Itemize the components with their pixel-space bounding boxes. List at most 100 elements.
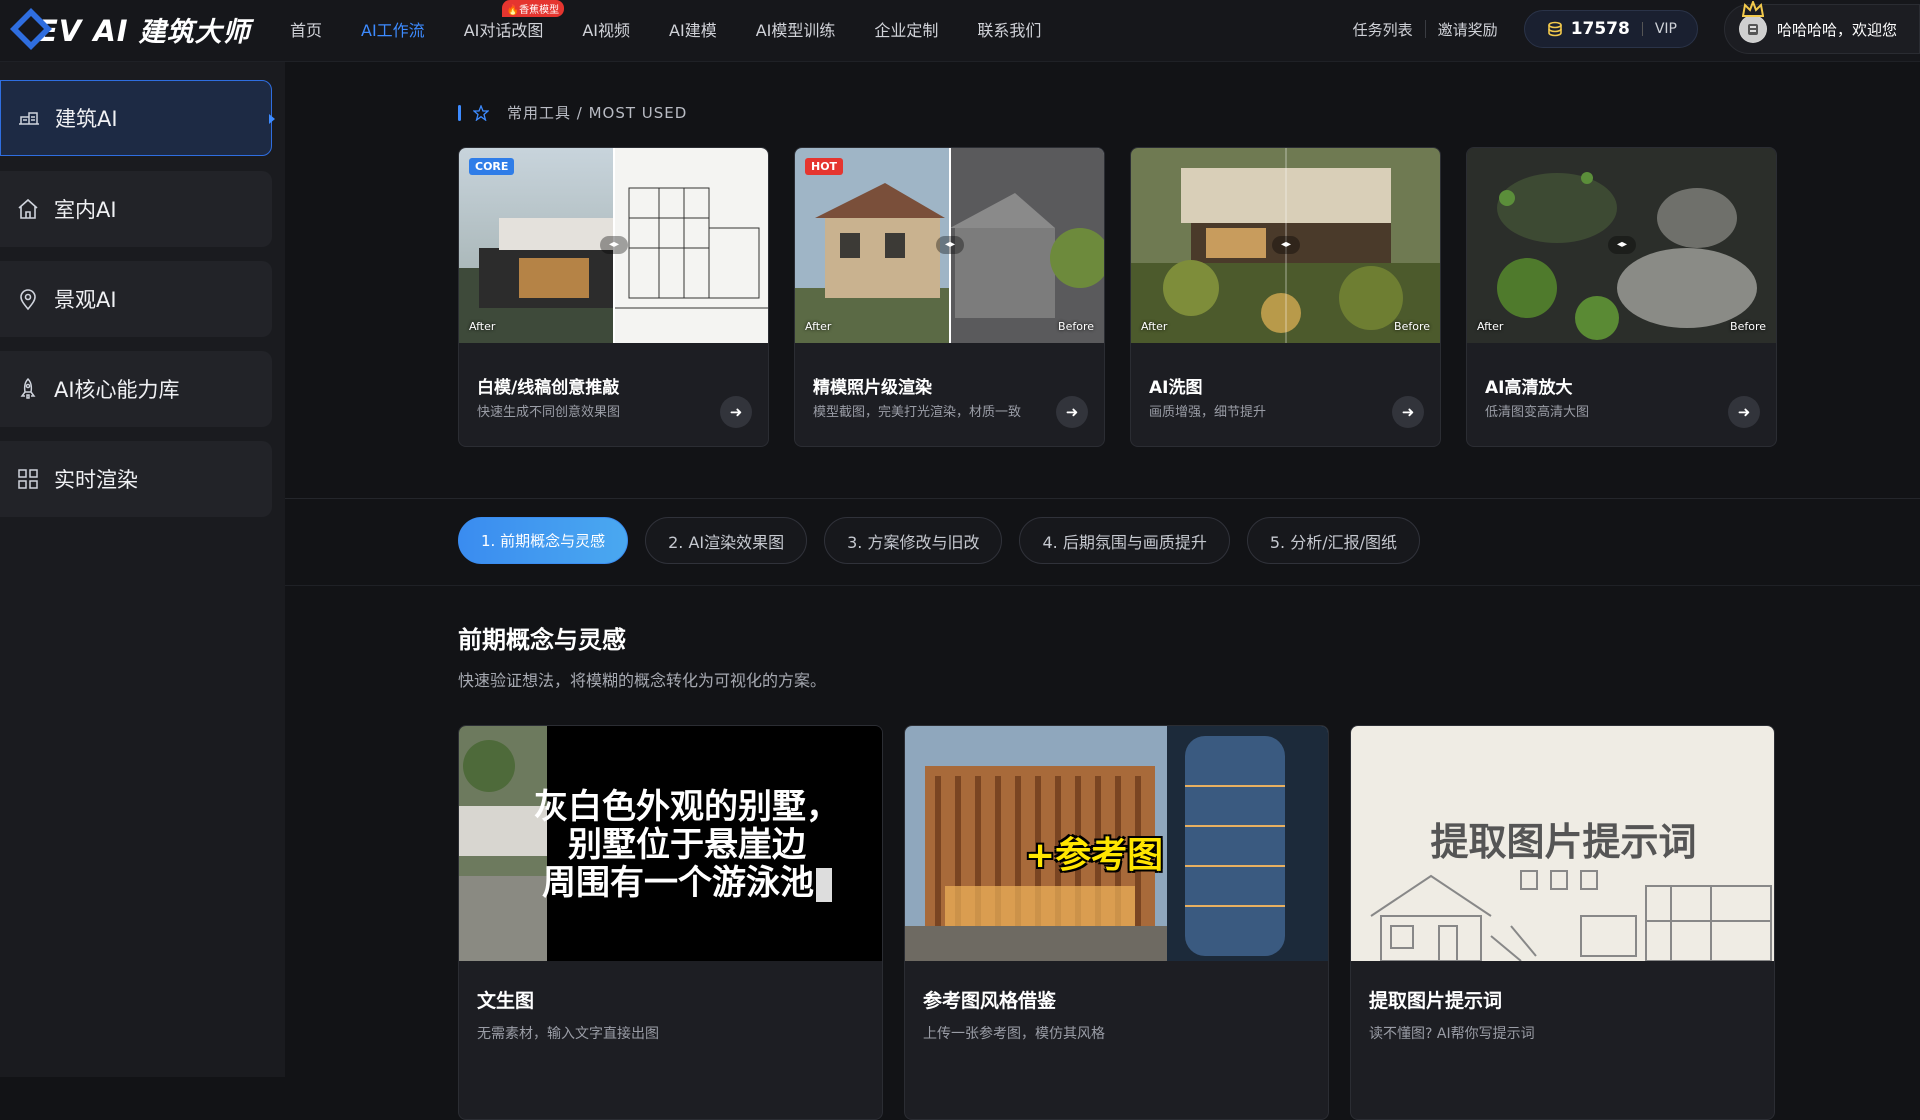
compare-handle[interactable]: ◂▸ [600,236,628,254]
logo[interactable]: EV AI 建筑大师 [8,6,251,52]
sidebar-item-realtime-render[interactable]: 实时渲染 [0,441,272,517]
before-label: Before [1730,320,1766,333]
compare-handle[interactable]: ◂▸ [936,236,964,254]
sidebar-item-architecture-ai[interactable]: 建筑AI [0,80,275,156]
arrow-right-icon[interactable]: ➜ [1056,396,1088,428]
feature-card-title: 提取图片提示词 [1369,990,1503,1012]
home-icon [18,198,38,219]
header-right: 任务列表 邀请奖励 17578 VIP 哈哈哈哈，欢迎您 [1353,0,1920,58]
tab-concept-inspiration[interactable]: 1. 前期概念与灵感 [458,517,629,564]
sidebar-item-label: 建筑AI [55,107,118,131]
compare-handle[interactable]: ◂▸ [1608,236,1636,254]
before-label: Before [1394,320,1430,333]
tab-scheme-modify[interactable]: 3. 方案修改与旧改 [824,517,1003,564]
feature-card-image: 灰白色外观的别墅， 别墅位于悬崖边 周围有一个游泳池 [459,726,882,961]
grid-icon [18,469,38,489]
sidebar-item-ai-core-library[interactable]: AI核心能力库 [0,351,272,427]
sidebar: 建筑AI 室内AI 景观AI AI核心能力库 实时渲染 [0,62,285,1077]
credits-divider [1641,22,1643,36]
location-pin-icon [20,289,36,311]
sidebar-item-label: 景观AI [54,288,117,312]
tab-ai-render[interactable]: 2. AI渲染效果图 [645,517,808,564]
most-used-title: 常用工具 / MOST USED [507,104,688,122]
tool-card-ai-wash[interactable]: ◂▸ After Before AI洗图 画质增强，细节提升 ➜ [1130,147,1441,447]
user-menu[interactable]: 哈哈哈哈，欢迎您 [1724,1,1920,54]
feature-card-extract-prompt[interactable]: 提取图片提示词 提取图片提示词 读不懂图? AI帮你写提示词 [1350,725,1775,1120]
after-label: After [1141,320,1168,333]
tool-card-desc: 低清图变高清大图 [1485,405,1590,420]
nav-home[interactable]: 首页 [290,17,322,41]
feature-card-image: 提取图片提示词 [1351,726,1774,961]
invite-link[interactable]: 邀请奖励 [1438,19,1498,40]
tool-card-image: ◂▸ After Before [1467,148,1776,343]
tool-card-desc: 画质增强，细节提升 [1149,405,1267,420]
logo-text-zh: 建筑大师 [138,16,251,48]
prompt-line: 周围有一个游泳池 [542,863,814,903]
header-divider [1424,20,1426,38]
logo-diamond-icon [10,8,52,50]
nav-ai-video[interactable]: AI视频 [582,17,630,41]
tool-card-title: AI洗图 [1149,378,1203,398]
compare-handle[interactable]: ◂▸ [1272,236,1300,254]
nav-enterprise[interactable]: 企业定制 [874,17,938,41]
sidebar-item-interior-ai[interactable]: 室内AI [0,171,272,247]
feature-card-title: 文生图 [477,990,535,1012]
tool-card-image: ◂▸ After Before [1131,148,1440,343]
feature-card-text-to-image[interactable]: 灰白色外观的别墅， 别墅位于悬崖边 周围有一个游泳池 文生图 无需素材，输入文字… [458,725,883,1120]
sidebar-item-label: 室内AI [54,198,117,222]
tool-card-photoreal-render[interactable]: HOT ◂▸ After Before 精模照片级渲染 模型截图，完美打光渲染，… [794,147,1105,447]
tool-card-title: AI高清放大 [1485,378,1573,398]
feature-card-desc: 读不懂图? AI帮你写提示词 [1369,1026,1535,1042]
tabs-divider [285,585,1920,586]
arrow-right-icon[interactable]: ➜ [1728,396,1760,428]
tool-card-ai-upscale[interactable]: ◂▸ After Before AI高清放大 低清图变高清大图 ➜ [1466,147,1777,447]
tool-card-image: CORE ◂▸ After [459,148,768,343]
category-title: 前期概念与灵感 [458,626,626,654]
prompt-line: 别墅位于悬崖边 [568,825,806,865]
tool-card-desc: 快速生成不同创意效果图 [477,405,621,420]
nav-badge-banana: 🔥香蕉模型 [501,0,565,17]
tool-card-desc: 模型截图，完美打光渲染，材质一致 [813,405,1022,420]
tab-analysis-report[interactable]: 5. 分析/汇报/图纸 [1246,517,1420,564]
after-label: After [805,320,832,333]
sidebar-item-landscape-ai[interactable]: 景观AI [0,261,272,337]
building-icon [19,112,39,125]
nav-ai-modeling[interactable]: AI建模 [669,17,717,41]
main-nav: 首页 AI工作流 AI对话改图 🔥香蕉模型 AI视频 AI建模 AI模型训练 企… [290,0,1080,58]
task-list-link[interactable]: 任务列表 [1353,19,1413,40]
avatar-face-icon [1740,16,1766,42]
sidebar-item-label: AI核心能力库 [54,378,180,402]
workflow-tabs: 1. 前期概念与灵感 2. AI渲染效果图 3. 方案修改与旧改 4. 后期氛围… [458,517,1437,564]
credits-pill[interactable]: 17578 VIP [1523,10,1698,48]
prompt-line: 灰白色外观的别墅， [534,787,840,827]
before-label: Before [1058,320,1094,333]
reference-overlay-text: +参考图 [1025,835,1164,876]
nav-ai-chat-edit-label: AI对话改图 [463,21,544,40]
nav-ai-training[interactable]: AI模型训练 [756,17,836,41]
after-label: After [469,320,496,333]
arrow-right-icon[interactable]: ➜ [720,396,752,428]
tool-card-title: 精模照片级渲染 [813,378,932,398]
tool-card-whitebox-sketch[interactable]: CORE ◂▸ After 白模/线稿创意推敲 快速生成不同创意效果图 ➜ [458,147,769,447]
tab-post-atmosphere[interactable]: 4. 后期氛围与画质提升 [1019,517,1230,564]
feature-card-title: 参考图风格借鉴 [923,990,1057,1012]
tool-card-title: 白模/线稿创意推敲 [477,378,620,398]
nav-ai-chat-edit[interactable]: AI对话改图 🔥香蕉模型 [463,0,565,41]
nav-contact[interactable]: 联系我们 [977,17,1041,41]
category-desc: 快速验证想法，将模糊的概念转化为可视化的方案。 [458,671,827,690]
tool-card-image: HOT ◂▸ After Before [795,148,1104,343]
arrow-right-icon[interactable]: ➜ [1392,396,1424,428]
tool-badge-core: CORE [469,158,515,175]
most-used-header: 常用工具 / MOST USED [458,102,687,123]
coin-icon [1547,21,1562,37]
top-bar: EV AI 建筑大师 首页 AI工作流 AI对话改图 🔥香蕉模型 AI视频 AI建… [0,0,1920,62]
feature-card-image: +参考图 [905,726,1328,961]
feature-card-reference-style[interactable]: +参考图 参考图风格借鉴 上传一张参考图，模仿其风格 [904,725,1329,1120]
prompt-overlay-text: 灰白色外观的别墅， 别墅位于悬崖边 周围有一个游泳池 [497,788,877,902]
credits-count: 17578 [1570,19,1630,39]
nav-ai-workflow[interactable]: AI工作流 [361,17,425,41]
feature-card-desc: 无需素材，输入文字直接出图 [477,1026,659,1042]
house-sketch-image [1370,870,1772,961]
vip-label[interactable]: VIP [1655,21,1677,37]
avatar[interactable] [1739,1,1767,43]
